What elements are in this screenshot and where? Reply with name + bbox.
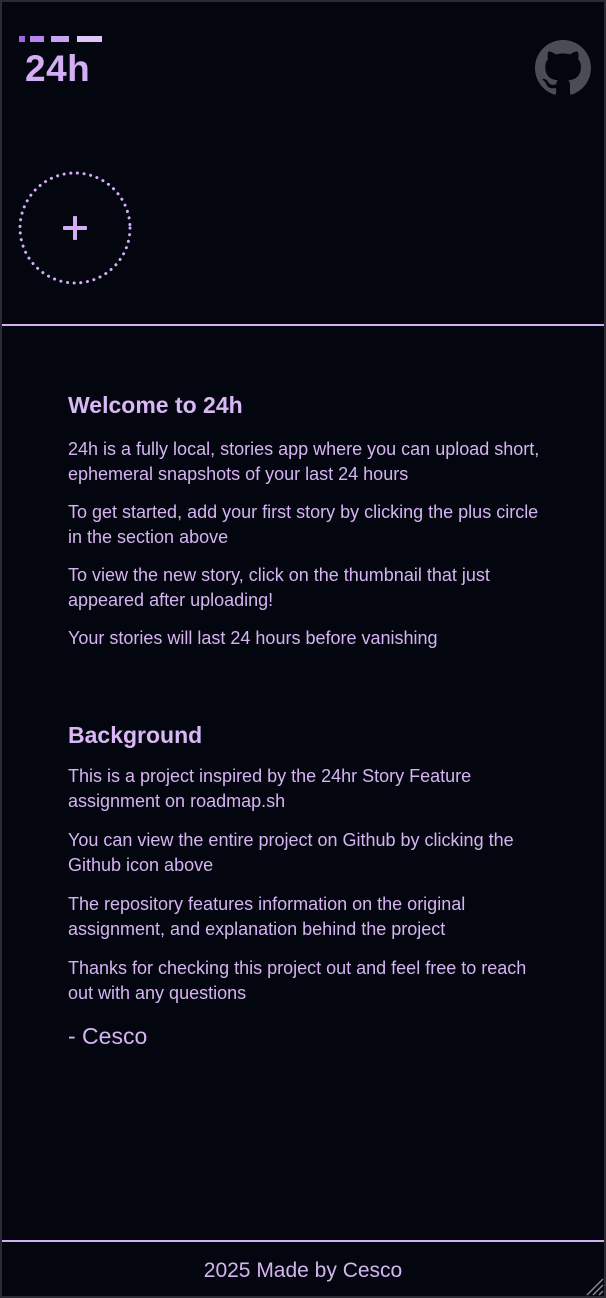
background-paragraph: The repository features information on t… [68,894,466,940]
github-icon [535,40,591,95]
add-story-button[interactable] [17,170,133,286]
welcome-paragraph: Your stories will last 24 hours before v… [68,627,438,648]
stories-section: 24h [2,2,604,324]
github-link[interactable] [535,40,591,96]
add-story-circle [18,171,132,285]
resize-grip-icon[interactable] [582,1274,604,1296]
background-paragraph: You can view the entire project on Githu… [68,830,514,876]
logo-bar-1 [19,36,25,42]
background-paragraph: Thanks for checking this project out and… [68,958,527,1004]
footer: 2025 Made by Cesco [2,1258,604,1283]
logo-bar-2 [30,36,44,42]
logo-text: 24h [25,48,91,89]
background-section: Background This is a project inspired by… [68,722,548,1051]
welcome-paragraph: To view the new story, click on the thum… [68,564,490,610]
background-paragraph: This is a project inspired by the 24hr S… [68,766,472,812]
welcome-section: Welcome to 24h 24h is a fully local, sto… [68,392,548,651]
logo-bar-3 [51,36,69,42]
footer-text: 2025 Made by Cesco [203,1259,403,1282]
plus-icon [63,216,87,240]
main-content: Welcome to 24h 24h is a fully local, sto… [68,392,548,1050]
welcome-paragraph: 24h is a fully local, stories app where … [68,438,540,484]
footer-divider [2,1240,604,1242]
section-divider [2,324,604,326]
background-title: Background [68,721,203,748]
logo: 24h [16,36,106,96]
logo-bar-4 [77,36,102,42]
welcome-title: Welcome to 24h [68,392,243,418]
app-window: 24h Welcome to 24h 24h is a fully local,… [0,0,606,1298]
welcome-paragraph: To get started, add your first story by … [68,501,539,547]
signature: - Cesco [68,1023,148,1050]
